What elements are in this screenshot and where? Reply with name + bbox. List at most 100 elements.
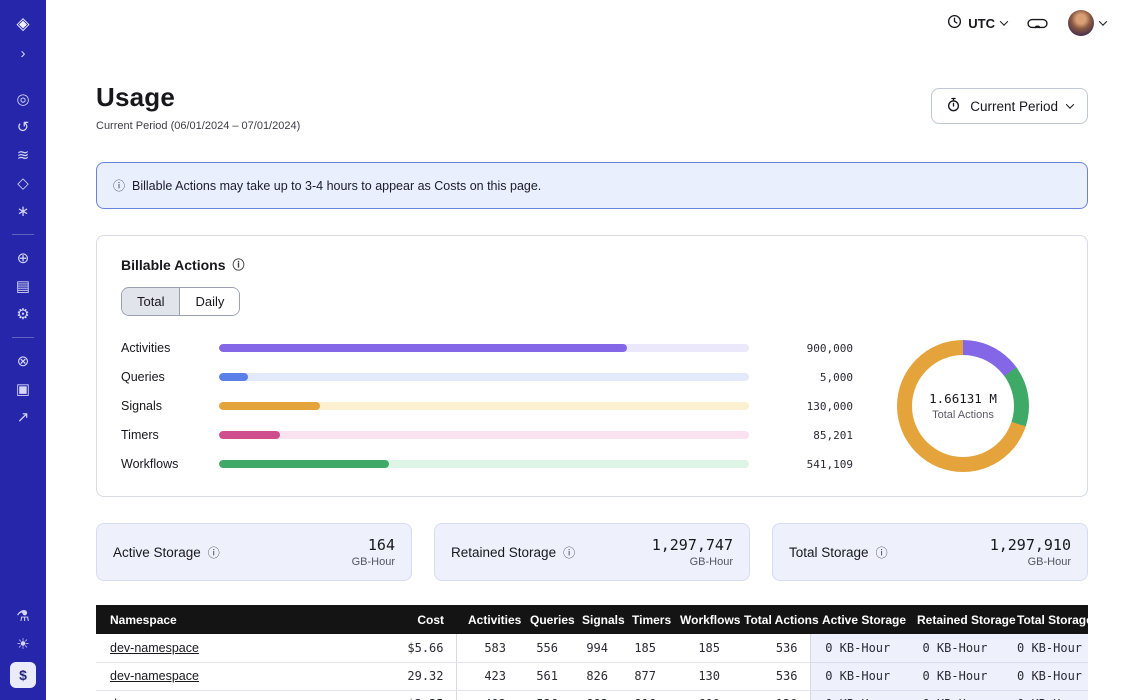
stat-label: Active Storage [113,545,201,560]
bar-value: 5,000 [761,371,853,384]
deployments-icon[interactable]: ◇ [8,170,38,196]
donut-chart-area: 1.66131 M Total Actions [863,340,1063,472]
bar-track [219,460,749,468]
billable-actions-title-row: Billable Actions ⓘ [121,256,1063,273]
cell-signals: 826 [570,662,620,690]
cell-retained-storage: 0 KB-Hour [905,634,1005,662]
cell-total-storage: 0 KB-Hour [1005,634,1088,662]
schedules-icon[interactable]: ↺ [8,114,38,140]
cell-signals: 994 [570,634,620,662]
cell-total-actions: 536 [732,662,810,690]
cell-retained-storage: 0 KB-Hour [905,662,1005,690]
col-header-cost: Cost [366,605,456,634]
cell-active-storage: 0 KB-Hour [810,634,905,662]
cell-queries: 556 [518,634,570,662]
stat-unit: GB-Hour [652,556,733,568]
chevron-down-icon [1000,17,1008,25]
bar-row-queries: Queries 5,000 [121,370,853,384]
page-title: Usage [96,82,300,113]
cell-workflows: 185 [668,634,732,662]
sidebar-bottom-group: ⚗ ☀ $ [8,602,38,688]
namespace-link[interactable]: dev-namespace [110,641,199,655]
billable-actions-title: Billable Actions [121,257,226,273]
table-header-row: Namespace Cost Activities Queries Signal… [96,605,1088,634]
stat-label: Retained Storage [451,545,556,560]
bar-value: 541,109 [761,458,853,471]
tab-total[interactable]: Total [122,288,180,315]
collapse-sidebar-icon[interactable]: › [8,40,38,66]
getting-started-icon[interactable]: ↗ [8,404,38,430]
col-header-active-storage: Active Storage [810,605,905,634]
incidents-icon[interactable]: ⊗ [8,348,38,374]
bar-label: Signals [121,399,207,413]
cell-total-storage: 0 KB-Hour [1005,662,1088,690]
topbar: UTC [46,0,1126,46]
billable-chart-area: Activities 900,000 Queries 5,000 Signals… [121,340,1063,472]
timezone-selector[interactable]: UTC [947,14,1007,32]
nexus-icon[interactable]: ∗ [8,198,38,224]
bar-row-signals: Signals 130,000 [121,399,853,413]
usage-icon[interactable]: ⊕ [8,245,38,271]
donut-total-value: 1.66131 M [929,391,997,406]
avatar[interactable] [1068,10,1094,36]
stopwatch-icon [946,97,961,115]
cell-retained-storage: 0 KB-Hour [905,690,1005,700]
col-header-signals: Signals [570,605,620,634]
namespaces-icon[interactable]: ◎ [8,86,38,112]
account-menu[interactable] [1068,10,1106,36]
cell-workflows: 130 [668,662,732,690]
bar-chart: Activities 900,000 Queries 5,000 Signals… [121,341,863,471]
period-button-label: Current Period [970,99,1058,114]
stat-value: 164 [352,536,395,554]
bar-row-activities: Activities 900,000 [121,341,853,355]
namespace-link[interactable]: dev-namespace [110,669,199,683]
batch-operations-icon[interactable]: ≋ [8,142,38,168]
col-header-workflows: Workflows [668,605,732,634]
credits-dollar-icon[interactable]: $ [10,662,36,688]
bar-track [219,431,749,439]
bar-value: 130,000 [761,400,853,413]
billable-actions-card: Billable Actions ⓘ Total Daily Activitie… [96,235,1088,497]
info-icon[interactable]: ⓘ [563,544,575,561]
labs-flask-icon[interactable]: ⚗ [8,603,38,629]
table-row: dev-namespace 29.32 423 561 826 877 130 … [96,662,1088,690]
cell-total-storage: 0 KB-Hour [1005,690,1088,700]
col-header-queries: Queries [518,605,570,634]
cell-active-storage: 0 KB-Hour [810,662,905,690]
cell-activities: 583 [456,634,518,662]
bar-row-timers: Timers 85,201 [121,428,853,442]
tab-daily[interactable]: Daily [180,288,239,315]
settings-gear-icon[interactable]: ⚙ [8,301,38,327]
billable-view-toggle: Total Daily [121,287,240,316]
table-row: dev-namespace $3.35 492 536 883 816 600 … [96,690,1088,700]
chevron-down-icon [1066,100,1074,108]
billing-icon[interactable]: ▤ [8,273,38,299]
period-selector-button[interactable]: Current Period [931,88,1088,124]
info-icon[interactable]: ⓘ [876,544,888,561]
theme-toggle-icon[interactable]: ☀ [8,631,38,657]
col-header-total-storage: Total Storage [1005,605,1088,634]
cell-workflows: 600 [668,690,732,700]
cell-total-actions: 130 [732,690,810,700]
stat-value: 1,297,910 [990,536,1071,554]
cell-queries: 536 [518,690,570,700]
total-storage-card: Total Storage ⓘ 1,297,910 GB-Hour [772,523,1088,581]
docs-icon[interactable]: ▣ [8,376,38,402]
total-actions-donut: 1.66131 M Total Actions [897,340,1029,472]
bar-row-workflows: Workflows 541,109 [121,457,853,471]
info-icon[interactable]: ⓘ [208,544,220,561]
bar-label: Timers [121,428,207,442]
stat-unit: GB-Hour [990,556,1071,568]
donut-center: 1.66131 M Total Actions [897,340,1029,472]
col-header-timers: Timers [620,605,668,634]
retained-storage-card: Retained Storage ⓘ 1,297,747 GB-Hour [434,523,750,581]
bar-label: Queries [121,370,207,384]
page-header: Usage Current Period (06/01/2024 – 07/01… [96,82,1088,132]
feedback-goggles-icon[interactable] [1027,16,1048,31]
info-icon[interactable]: ⓘ [233,256,245,273]
page-subtitle: Current Period (06/01/2024 – 07/01/2024) [96,120,300,132]
cell-timers: 816 [620,690,668,700]
bar-fill [219,344,627,352]
temporal-logo-icon[interactable]: ◈ [8,11,38,37]
bar-fill [219,460,389,468]
